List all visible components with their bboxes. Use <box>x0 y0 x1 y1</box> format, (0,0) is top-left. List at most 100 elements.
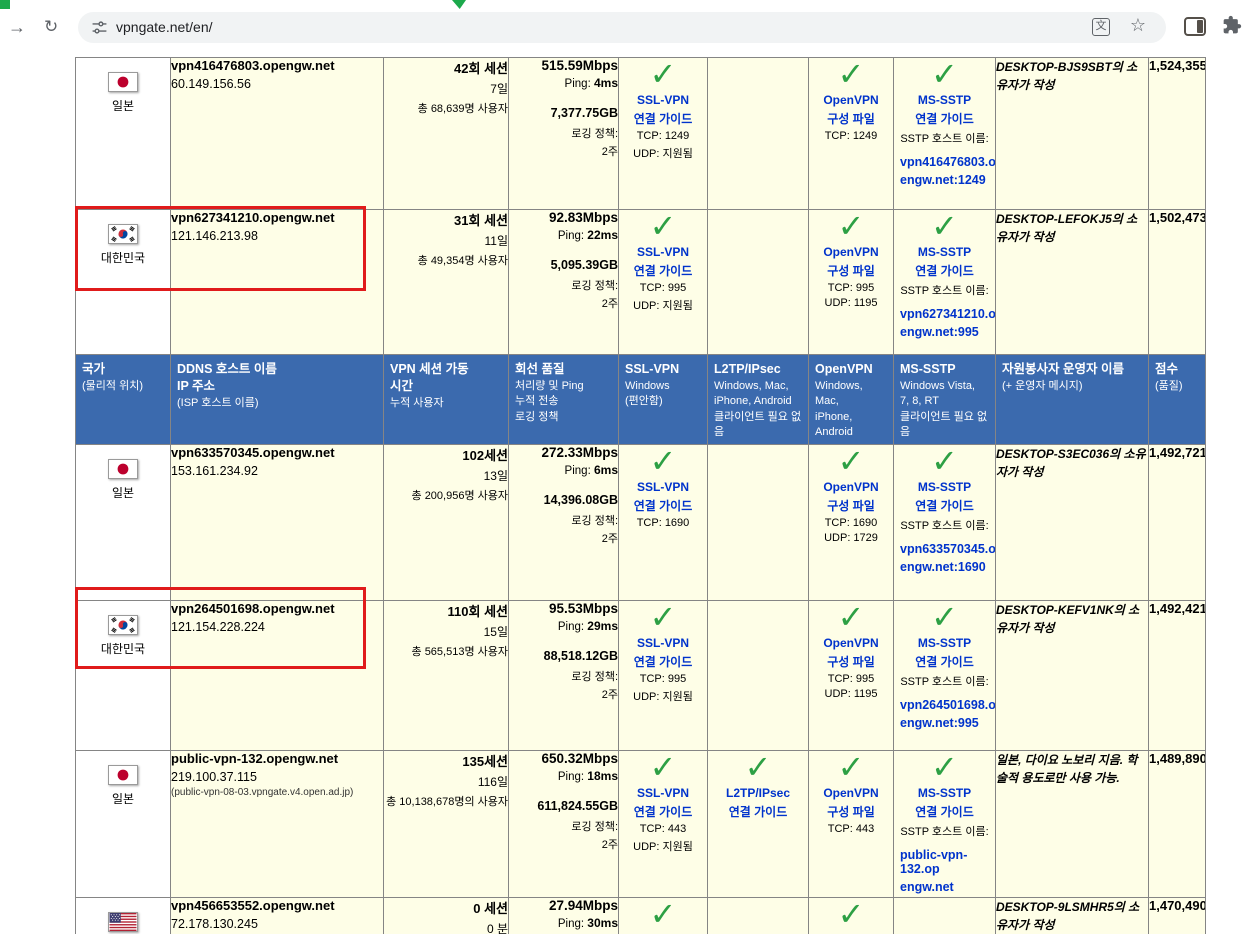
table-row: 일본 public-vpn-132.opengw.net 219.100.37.… <box>76 751 1206 898</box>
table-row: 일본 vpn416476803.opengw.net 60.149.156.56… <box>76 58 1206 210</box>
connect-guide-link[interactable]: 연결 가이드 <box>619 803 707 820</box>
connect-guide-link[interactable]: 연결 가이드 <box>894 803 995 820</box>
ddns-hostname: vpn416476803.opengw.net <box>171 58 383 73</box>
logging-policy-value: 2주 <box>509 530 618 546</box>
tcp-port: TCP: 1249 <box>619 130 707 142</box>
ssl-vpn-link[interactable]: SSL-VPN <box>619 480 707 494</box>
ms-sstp-link[interactable]: MS-SSTP <box>894 245 995 259</box>
header-score: 점수 (품질) <box>1149 355 1206 445</box>
header-ms-sstp: MS-SSTP Windows Vista, 7, 8, RT 클라이언트 필요… <box>894 355 996 445</box>
ping-label: Ping: <box>558 918 584 930</box>
connect-guide-link[interactable]: 연결 가이드 <box>894 110 995 127</box>
connect-guide-link[interactable]: 연결 가이드 <box>619 262 707 279</box>
ms-sstp-link[interactable]: MS-SSTP <box>894 636 995 650</box>
browser-toolbar: → ↻ vpngate.net/en/ 文 ☆ <box>0 0 1257 57</box>
checkmark-icon: ✓ <box>894 751 995 783</box>
url-text[interactable]: vpngate.net/en/ <box>116 12 213 43</box>
site-settings-icon[interactable] <box>91 19 108 36</box>
ping: Ping: 29ms <box>509 619 618 633</box>
forward-button[interactable]: → <box>8 17 26 37</box>
ping-label: Ping: <box>565 78 591 90</box>
cumulative-transfer: 14,396.08GB <box>509 493 618 507</box>
sstp-hostname-link[interactable]: vpn264501698.op <box>894 698 995 712</box>
country-name: 일본 <box>76 790 170 807</box>
udp-port: UDP: 1729 <box>809 532 893 544</box>
sstp-hostname-link[interactable]: engw.net:1690 <box>894 560 995 574</box>
checkmark-icon: ✓ <box>619 58 707 90</box>
country-cell: 일본 <box>76 58 171 210</box>
connect-guide-link[interactable]: 연결 가이드 <box>894 653 995 670</box>
japan-flag-icon <box>108 765 138 785</box>
openvpn-link[interactable]: OpenVPN <box>809 636 893 650</box>
ping-value: 4ms <box>594 76 618 90</box>
connect-guide-link[interactable]: 연결 가이드 <box>894 497 995 514</box>
openvpn-cell: ✓ OpenVPN 구성 파일 TCP: 995 UDP: 1195 <box>809 601 894 751</box>
config-file-link[interactable]: 구성 파일 <box>809 653 893 670</box>
config-file-link[interactable]: 구성 파일 <box>809 497 893 514</box>
ssl-vpn-link[interactable]: SSL-VPN <box>619 636 707 650</box>
openvpn-link[interactable]: OpenVPN <box>809 245 893 259</box>
usa-flag-icon <box>108 912 138 932</box>
sstp-hostname-link[interactable]: engw.net:995 <box>894 325 995 339</box>
sstp-hostname-label: SSTP 호스트 이름: <box>894 517 995 533</box>
sstp-hostname-link[interactable]: vpn627341210.op <box>894 307 995 321</box>
address-bar[interactable]: vpngate.net/en/ 文 ☆ <box>78 12 1166 43</box>
quality-cell: 27.94Mbps Ping: 30ms <box>509 898 619 934</box>
connect-guide-link[interactable]: 연결 가이드 <box>894 262 995 279</box>
connect-guide-link[interactable]: 연결 가이드 <box>708 803 808 820</box>
table-row: 일본 vpn633570345.opengw.net 153.161.234.9… <box>76 445 1206 601</box>
connect-guide-link[interactable]: 연결 가이드 <box>619 497 707 514</box>
translate-icon[interactable]: 文 <box>1092 18 1110 36</box>
ms-sstp-link[interactable]: MS-SSTP <box>894 480 995 494</box>
sstp-hostname-link[interactable]: public-vpn-132.op <box>894 848 995 876</box>
throughput: 92.83Mbps <box>509 210 618 225</box>
country-name: 대한민국 <box>76 640 170 657</box>
sessions-cell: 110회 세션 15일 총 565,513명 사용자 <box>384 601 509 751</box>
connect-guide-link[interactable]: 연결 가이드 <box>619 110 707 127</box>
config-file-link[interactable]: 구성 파일 <box>809 803 893 820</box>
l2tp-link[interactable]: L2TP/IPsec <box>708 786 808 800</box>
ms-sstp-link[interactable]: MS-SSTP <box>894 786 995 800</box>
ddns-cell: vpn416476803.opengw.net 60.149.156.56 <box>171 58 384 210</box>
sstp-hostname-link[interactable]: vpn633570345.op <box>894 542 995 556</box>
sstp-hostname-link[interactable]: engw.net:1249 <box>894 173 995 187</box>
score-cell: 1,489,890 <box>1149 751 1206 898</box>
config-file-link[interactable]: 구성 파일 <box>809 110 893 127</box>
ddns-hostname: vpn633570345.opengw.net <box>171 445 383 460</box>
reload-button[interactable]: ↻ <box>44 17 58 37</box>
header-sessions: VPN 세션 가동 시간 누적 사용자 <box>384 355 509 445</box>
header-openvpn: OpenVPN Windows, Mac, iPhone, Android <box>809 355 894 445</box>
ddns-hostname: vpn627341210.opengw.net <box>171 210 383 225</box>
config-file-link[interactable]: 구성 파일 <box>809 262 893 279</box>
ms-sstp-link[interactable]: MS-SSTP <box>894 93 995 107</box>
l2tp-cell <box>708 898 809 934</box>
ssl-vpn-link[interactable]: SSL-VPN <box>619 93 707 107</box>
sstp-hostname-link[interactable]: vpn416476803.op <box>894 155 995 169</box>
openvpn-cell: ✓ OpenVPN 구성 파일 TCP: 1690 UDP: 1729 <box>809 445 894 601</box>
ping-value: 22ms <box>587 228 618 242</box>
extensions-puzzle-icon[interactable] <box>1222 15 1242 35</box>
session-count: 0 세션 <box>384 898 508 917</box>
openvpn-link[interactable]: OpenVPN <box>809 93 893 107</box>
logging-policy-label: 로깅 정책: <box>509 125 618 141</box>
session-count: 102세션 <box>384 445 508 464</box>
ssl-vpn-link[interactable]: SSL-VPN <box>619 786 707 800</box>
connect-guide-link[interactable]: 연결 가이드 <box>619 653 707 670</box>
sstp-hostname-link[interactable]: engw.net:995 <box>894 716 995 730</box>
ssl-vpn-link[interactable]: SSL-VPN <box>619 245 707 259</box>
ping: Ping: 22ms <box>509 228 618 242</box>
country-name: 일본 <box>76 484 170 501</box>
side-panel-icon[interactable] <box>1184 17 1206 36</box>
sstp-hostname-label: SSTP 호스트 이름: <box>894 673 995 689</box>
logging-policy-label: 로깅 정책: <box>509 277 618 293</box>
openvpn-link[interactable]: OpenVPN <box>809 786 893 800</box>
ping: Ping: 18ms <box>509 769 618 783</box>
openvpn-link[interactable]: OpenVPN <box>809 480 893 494</box>
throughput: 95.53Mbps <box>509 601 618 616</box>
ddns-hostname: vpn264501698.opengw.net <box>171 601 383 616</box>
country-name: 대한민국 <box>76 249 170 266</box>
table-row: 대한민국 vpn627341210.opengw.net 121.146.213… <box>76 210 1206 355</box>
bookmark-star-icon[interactable]: ☆ <box>1130 15 1146 36</box>
sstp-hostname-link[interactable]: engw.net <box>894 880 995 894</box>
ddns-hostname: public-vpn-132.opengw.net <box>171 751 383 766</box>
